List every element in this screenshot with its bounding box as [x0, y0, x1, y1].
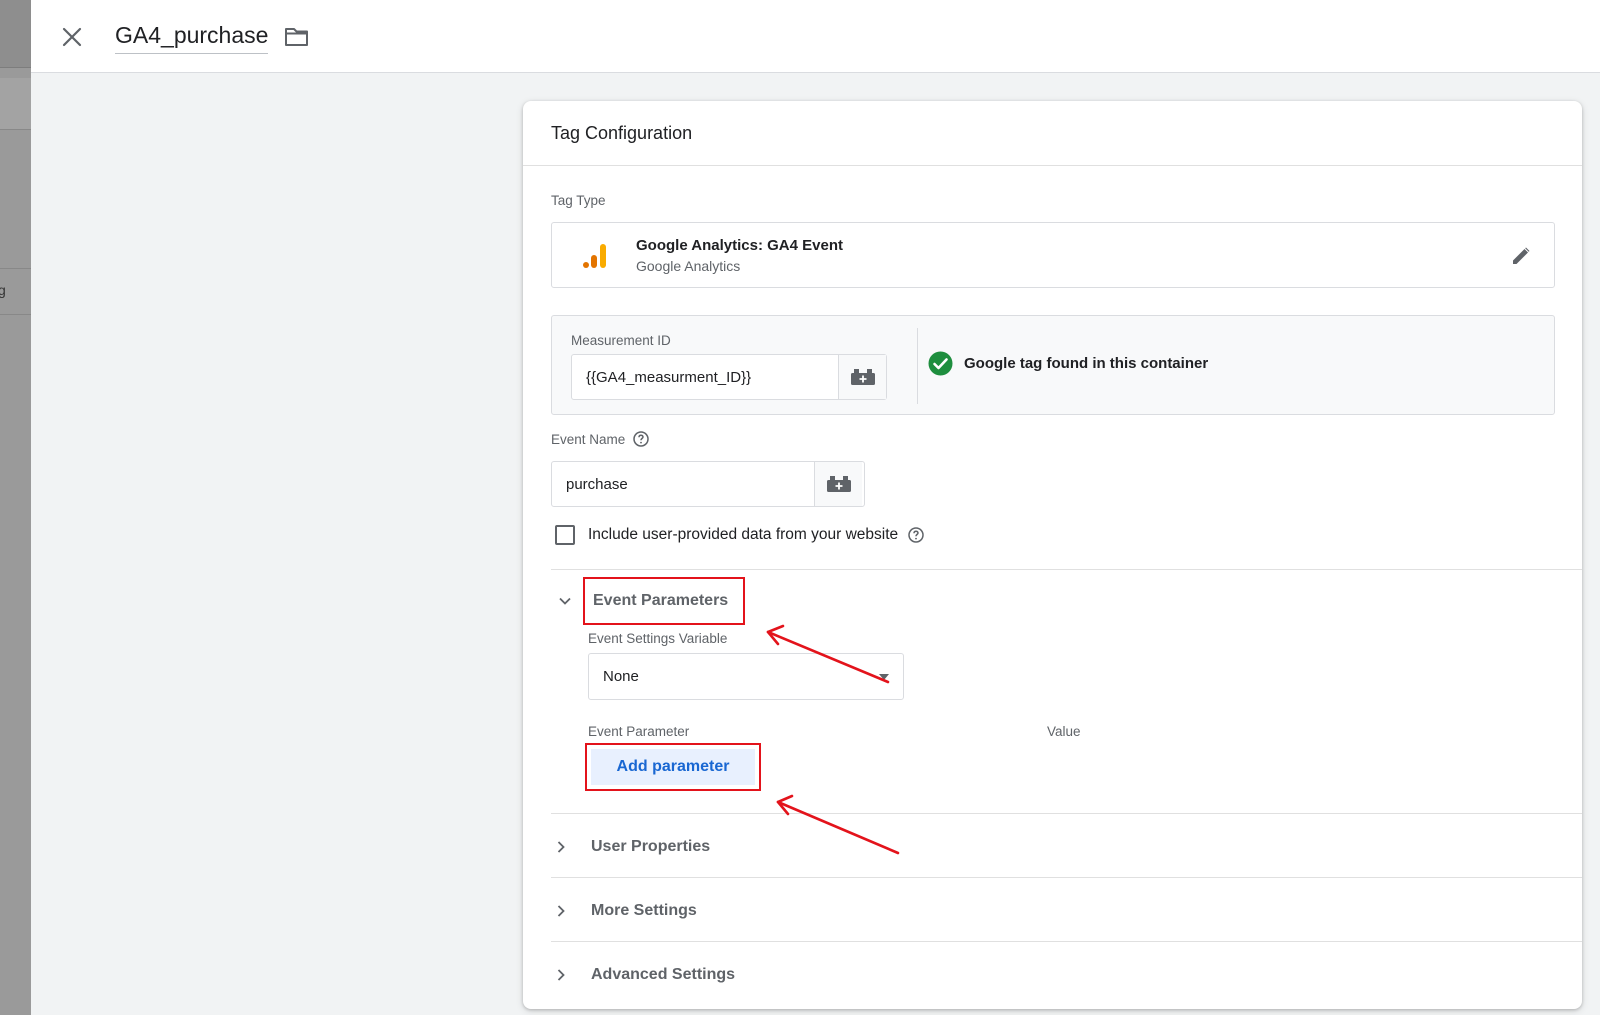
google-tag-status: Google tag found in this container [964, 355, 1209, 372]
section-divider [551, 569, 1582, 570]
annotation-highlight-add-parameter: Add parameter [585, 743, 761, 791]
background-header [0, 0, 31, 68]
section-divider [551, 941, 1582, 942]
section-divider [551, 813, 1582, 814]
card-title: Tag Configuration [523, 101, 1582, 166]
close-icon [62, 27, 82, 47]
chevron-right-icon [557, 841, 565, 853]
user-properties-title: User Properties [591, 838, 711, 855]
more-settings-title: More Settings [591, 902, 697, 919]
measurement-id-label: Measurement ID [571, 333, 671, 348]
event-settings-variable-value: None [603, 668, 639, 685]
tag-type-label: Tag Type [551, 193, 606, 208]
measurement-id-input[interactable] [572, 355, 838, 399]
event-parameters-header[interactable]: Event Parameters [593, 592, 728, 610]
add-parameter-button[interactable]: Add parameter [591, 749, 755, 785]
help-icon[interactable] [633, 431, 650, 447]
background-text: g [0, 282, 6, 298]
chevron-right-icon [557, 905, 565, 917]
event-name-input[interactable] [552, 462, 814, 506]
background-page-strip: g [0, 0, 31, 1015]
more-settings-section[interactable]: More Settings [553, 902, 697, 920]
folder-button[interactable] [284, 25, 310, 49]
user-data-checkbox-label[interactable]: Include user-provided data from your web… [588, 526, 898, 544]
measurement-id-field [571, 354, 887, 400]
user-properties-section[interactable]: User Properties [553, 838, 710, 856]
section-divider [551, 877, 1582, 878]
dropdown-caret-icon [879, 674, 889, 680]
check-circle-icon [928, 351, 953, 376]
google-analytics-icon [583, 244, 606, 268]
tag-type-name: Google Analytics: GA4 Event [636, 237, 843, 254]
event-name-label: Event Name [551, 431, 626, 447]
variable-icon [826, 476, 851, 492]
tag-configuration-card: Tag Configuration Tag Type Google Analyt… [523, 101, 1582, 1009]
variable-icon [850, 369, 875, 385]
event-settings-variable-select[interactable]: None [588, 653, 904, 700]
user-data-checkbox[interactable] [555, 525, 575, 545]
advanced-settings-title: Advanced Settings [591, 966, 736, 983]
close-button[interactable] [59, 24, 85, 50]
measurement-variable-button[interactable] [838, 355, 886, 399]
value-column-header: Value [1047, 724, 1081, 739]
panel-divider [917, 328, 918, 404]
folder-icon [285, 28, 308, 46]
background-row [0, 78, 31, 130]
chevron-down-icon[interactable] [557, 593, 573, 609]
tag-name-title[interactable]: GA4_purchase [115, 22, 269, 54]
event-name-label-row: Event Name [551, 431, 650, 447]
tag-type-selector[interactable]: Google Analytics: GA4 Event Google Analy… [551, 222, 1555, 288]
pencil-icon[interactable] [1510, 245, 1532, 267]
user-data-checkbox-row: Include user-provided data from your web… [555, 525, 924, 545]
advanced-settings-section[interactable]: Advanced Settings [553, 966, 735, 984]
help-icon[interactable] [908, 527, 924, 543]
background-divider [0, 314, 31, 315]
event-settings-variable-label: Event Settings Variable [588, 631, 728, 646]
measurement-panel: Measurement ID Google tag found in this … [551, 315, 1555, 415]
top-bar: GA4_purchase [31, 0, 1600, 73]
chevron-right-icon [557, 969, 565, 981]
background-divider [0, 268, 31, 269]
event-name-variable-button[interactable] [814, 462, 862, 506]
event-name-field [551, 461, 865, 507]
tag-type-vendor: Google Analytics [636, 258, 741, 274]
event-parameter-column-header: Event Parameter [588, 724, 690, 739]
